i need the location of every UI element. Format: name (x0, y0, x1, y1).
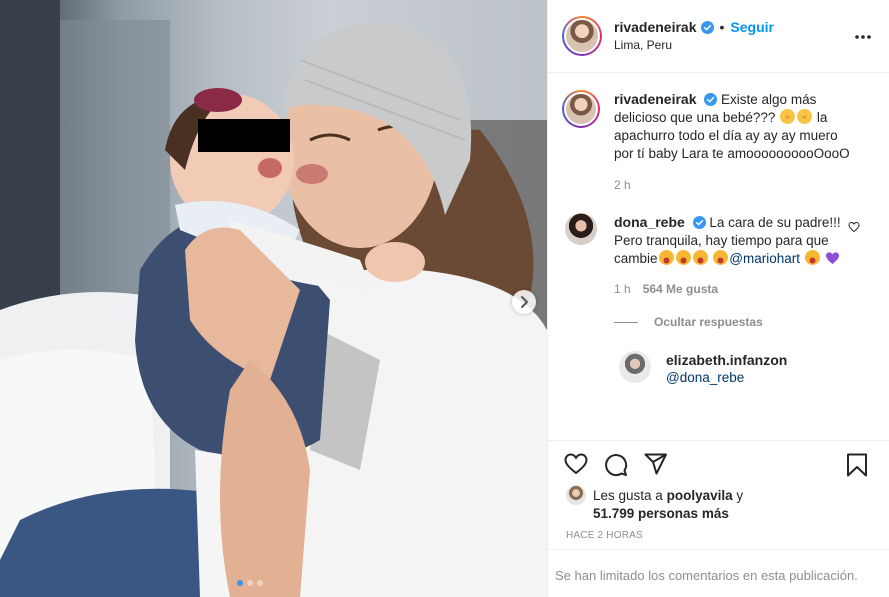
toggle-replies-button[interactable]: Ocultar respuestas (614, 315, 873, 329)
author-username[interactable]: rivadeneirak (614, 18, 697, 36)
follow-button[interactable]: Seguir (730, 18, 774, 36)
carousel-dots (237, 580, 263, 586)
post-side-panel: rivadeneirak • Seguir Lima, Peru rivaden… (547, 0, 889, 597)
verified-badge-icon (700, 20, 714, 34)
post-header: rivadeneirak • Seguir Lima, Peru (548, 0, 889, 73)
carousel-dot (247, 580, 253, 586)
post-caption: rivadeneirak Existe algo más delicioso q… (562, 90, 873, 194)
emoji-icon (713, 250, 729, 265)
reply-mention[interactable]: @dona_rebe (666, 369, 787, 387)
comment-meta: 1 h 564 Me gusta (614, 280, 854, 298)
verified-badge-icon (692, 216, 706, 229)
purple-heart-icon (825, 252, 839, 265)
comments-section[interactable]: rivadeneirak Existe algo más delicioso q… (548, 74, 889, 440)
emoji-icon (780, 109, 796, 124)
chevron-right-icon (521, 296, 528, 308)
liker-username[interactable]: poolyavila (667, 488, 733, 503)
share-icon[interactable] (644, 453, 668, 475)
comment-heart-icon[interactable] (848, 221, 860, 233)
heart-icon[interactable] (564, 453, 588, 475)
carousel-dot (237, 580, 243, 586)
replies-divider (614, 321, 638, 323)
emoji-icon (797, 109, 813, 124)
reply-avatar[interactable] (619, 351, 651, 383)
action-bar (548, 440, 889, 490)
author-avatar[interactable] (562, 16, 602, 56)
more-options-icon[interactable] (855, 28, 871, 46)
emoji-icon (658, 250, 674, 265)
commenter-avatar[interactable] (565, 213, 597, 245)
comments-limited-notice: Se han limitado los comentarios en esta … (548, 549, 889, 597)
photo-illustration (0, 0, 547, 597)
caption-time[interactable]: 2 h (614, 176, 854, 194)
emoji-icon (804, 250, 820, 265)
emoji-icon (675, 250, 691, 265)
commenter-username[interactable]: dona_rebe (614, 214, 685, 230)
liker-avatar[interactable] (566, 485, 586, 505)
post-location[interactable]: Lima, Peru (614, 36, 774, 54)
carousel-dot (257, 580, 263, 586)
reply-item: elizabeth.infanzon @dona_rebe (619, 351, 873, 387)
likes-conjunction: y (736, 488, 744, 503)
reply-username[interactable]: elizabeth.infanzon (666, 351, 787, 369)
emoji-icon (692, 250, 708, 265)
post-photo[interactable] (0, 0, 547, 597)
caption-avatar[interactable] (562, 90, 600, 128)
toggle-replies-label: Ocultar respuestas (654, 315, 763, 329)
likes-others-count[interactable]: 51.799 personas más (593, 506, 729, 521)
comment-item: dona_rebe La cara de su padre!!! Pero tr… (562, 213, 873, 298)
comment-likes[interactable]: 564 Me gusta (643, 282, 718, 296)
verified-badge-icon (704, 93, 718, 106)
comment-mention[interactable]: @mariohart (729, 251, 800, 266)
likes-summary: Les gusta a poolyavila y 51.799 personas… (566, 485, 743, 523)
caption-username[interactable]: rivadeneirak (614, 91, 697, 107)
comment-icon[interactable] (604, 453, 628, 477)
carousel-next-button[interactable] (512, 290, 536, 314)
header-separator: • (719, 19, 725, 35)
post-timestamp[interactable]: HACE 2 HORAS (566, 530, 643, 541)
likes-prefix: Les gusta a (593, 488, 663, 503)
comment-time[interactable]: 1 h (614, 282, 631, 296)
bookmark-icon[interactable] (846, 453, 868, 477)
